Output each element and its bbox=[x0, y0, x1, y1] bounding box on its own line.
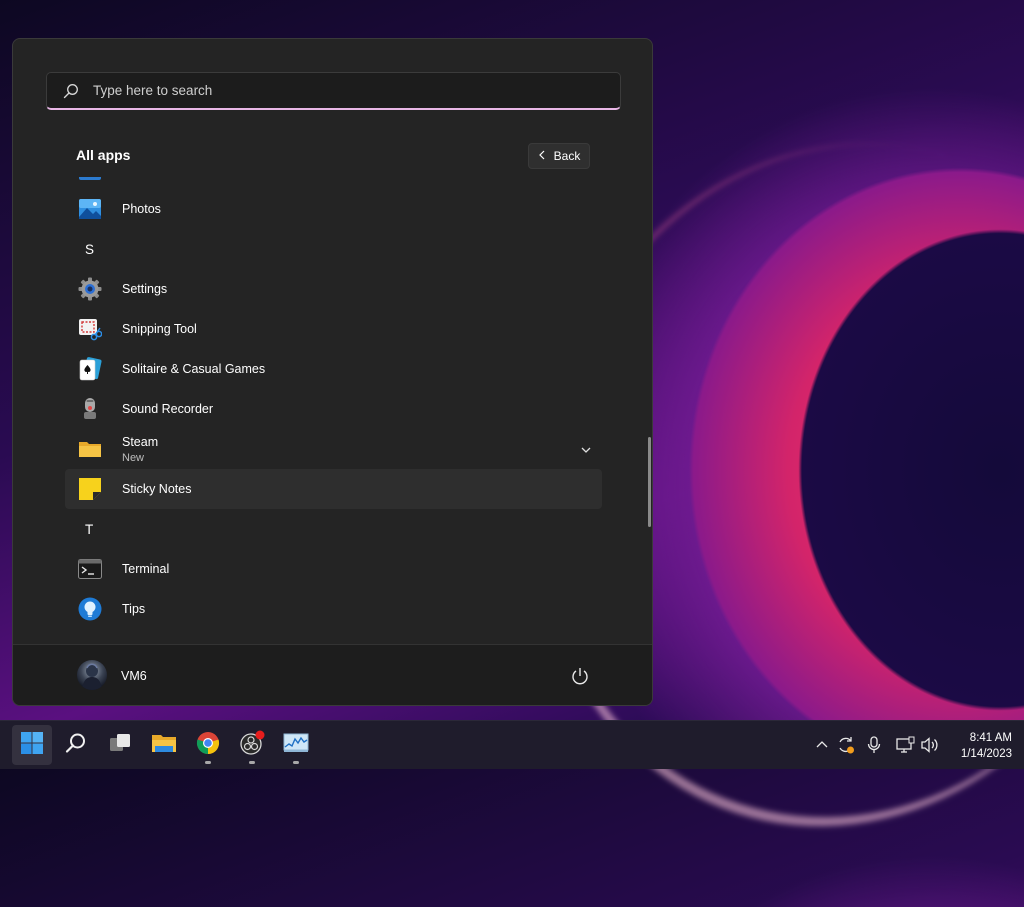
app-label: Sticky Notes bbox=[122, 482, 192, 496]
power-icon[interactable] bbox=[570, 666, 590, 686]
search-icon bbox=[64, 731, 88, 760]
user-name[interactable]: VM6 bbox=[121, 669, 147, 683]
app-label: Photos bbox=[122, 202, 161, 216]
clock-date: 1/14/2023 bbox=[960, 748, 1012, 760]
app-item-tips[interactable]: Tips bbox=[65, 589, 602, 629]
apps-scrollbar[interactable] bbox=[648, 437, 651, 527]
start-menu: All apps Back Photos S bbox=[12, 38, 653, 706]
clock-time: 8:41 AM bbox=[969, 732, 1012, 744]
search-input[interactable] bbox=[91, 82, 620, 99]
letter-header-t[interactable]: T bbox=[85, 509, 125, 549]
clock[interactable]: 8:41 AM 1/14/2023 bbox=[946, 730, 1012, 762]
avatar[interactable] bbox=[77, 660, 107, 690]
tips-bulb-icon bbox=[78, 597, 102, 621]
taskbar: 8:41 AM 1/14/2023 bbox=[0, 720, 1024, 769]
chevron-down-icon[interactable] bbox=[580, 443, 592, 455]
obs-icon bbox=[239, 730, 265, 761]
microphone-icon bbox=[78, 397, 102, 421]
resource-monitor-button[interactable] bbox=[276, 725, 316, 765]
back-label: Back bbox=[553, 149, 581, 163]
search-box[interactable] bbox=[46, 72, 621, 110]
network-icon[interactable] bbox=[895, 735, 915, 755]
app-item-solitaire[interactable]: Solitaire & Casual Games bbox=[65, 349, 602, 389]
new-badge: New bbox=[122, 451, 145, 464]
volume-icon[interactable] bbox=[920, 735, 940, 755]
task-view-icon bbox=[108, 731, 132, 760]
snipping-tool-icon bbox=[78, 317, 103, 341]
settings-gear-icon bbox=[78, 277, 102, 301]
app-label: Tips bbox=[122, 602, 146, 616]
partial-app-icon bbox=[79, 177, 101, 180]
resource-monitor-icon bbox=[283, 732, 309, 759]
file-explorer-button[interactable] bbox=[144, 725, 184, 765]
start-icon bbox=[20, 731, 44, 760]
microphone-icon[interactable] bbox=[864, 735, 884, 755]
app-folder-steam[interactable]: Steam New bbox=[65, 429, 602, 469]
app-label: Steam bbox=[122, 434, 159, 449]
search-icon bbox=[63, 83, 79, 99]
app-label: Solitaire & Casual Games bbox=[122, 362, 266, 376]
chrome-button[interactable] bbox=[188, 725, 228, 765]
app-item-settings[interactable]: Settings bbox=[65, 269, 602, 309]
app-label: Sound Recorder bbox=[122, 402, 214, 416]
start-footer: VM6 bbox=[13, 644, 652, 705]
start-button[interactable] bbox=[12, 725, 52, 765]
all-apps-list[interactable]: Photos S Settings Snipping Tool Solitair… bbox=[65, 169, 602, 639]
sync-update-icon[interactable] bbox=[836, 735, 856, 755]
photos-icon bbox=[78, 197, 102, 221]
terminal-icon bbox=[78, 557, 102, 581]
file-explorer-icon bbox=[151, 731, 177, 760]
running-indicator bbox=[293, 761, 299, 764]
chevron-left-icon bbox=[538, 149, 546, 163]
chrome-icon bbox=[196, 731, 220, 760]
all-apps-title: All apps bbox=[76, 147, 131, 163]
app-item-snipping-tool[interactable]: Snipping Tool bbox=[65, 309, 602, 349]
folder-icon bbox=[78, 437, 102, 461]
solitaire-icon bbox=[78, 357, 102, 381]
running-indicator bbox=[205, 761, 211, 764]
letter-header-s[interactable]: S bbox=[85, 229, 125, 269]
sticky-notes-icon bbox=[78, 477, 102, 501]
back-button[interactable]: Back bbox=[528, 143, 590, 169]
app-item-sound-recorder[interactable]: Sound Recorder bbox=[65, 389, 602, 429]
taskbar-search-button[interactable] bbox=[56, 725, 96, 765]
app-item-sticky-notes[interactable]: Sticky Notes bbox=[65, 469, 602, 509]
obs-button[interactable] bbox=[232, 725, 272, 765]
app-label: Snipping Tool bbox=[122, 322, 197, 336]
chevron-up-icon[interactable] bbox=[812, 735, 832, 755]
running-indicator bbox=[249, 761, 255, 764]
app-label: Terminal bbox=[122, 562, 170, 576]
app-item-photos[interactable]: Photos bbox=[65, 189, 602, 229]
app-item-terminal[interactable]: Terminal bbox=[65, 549, 602, 589]
task-view-button[interactable] bbox=[100, 725, 140, 765]
app-label: Settings bbox=[122, 282, 168, 296]
